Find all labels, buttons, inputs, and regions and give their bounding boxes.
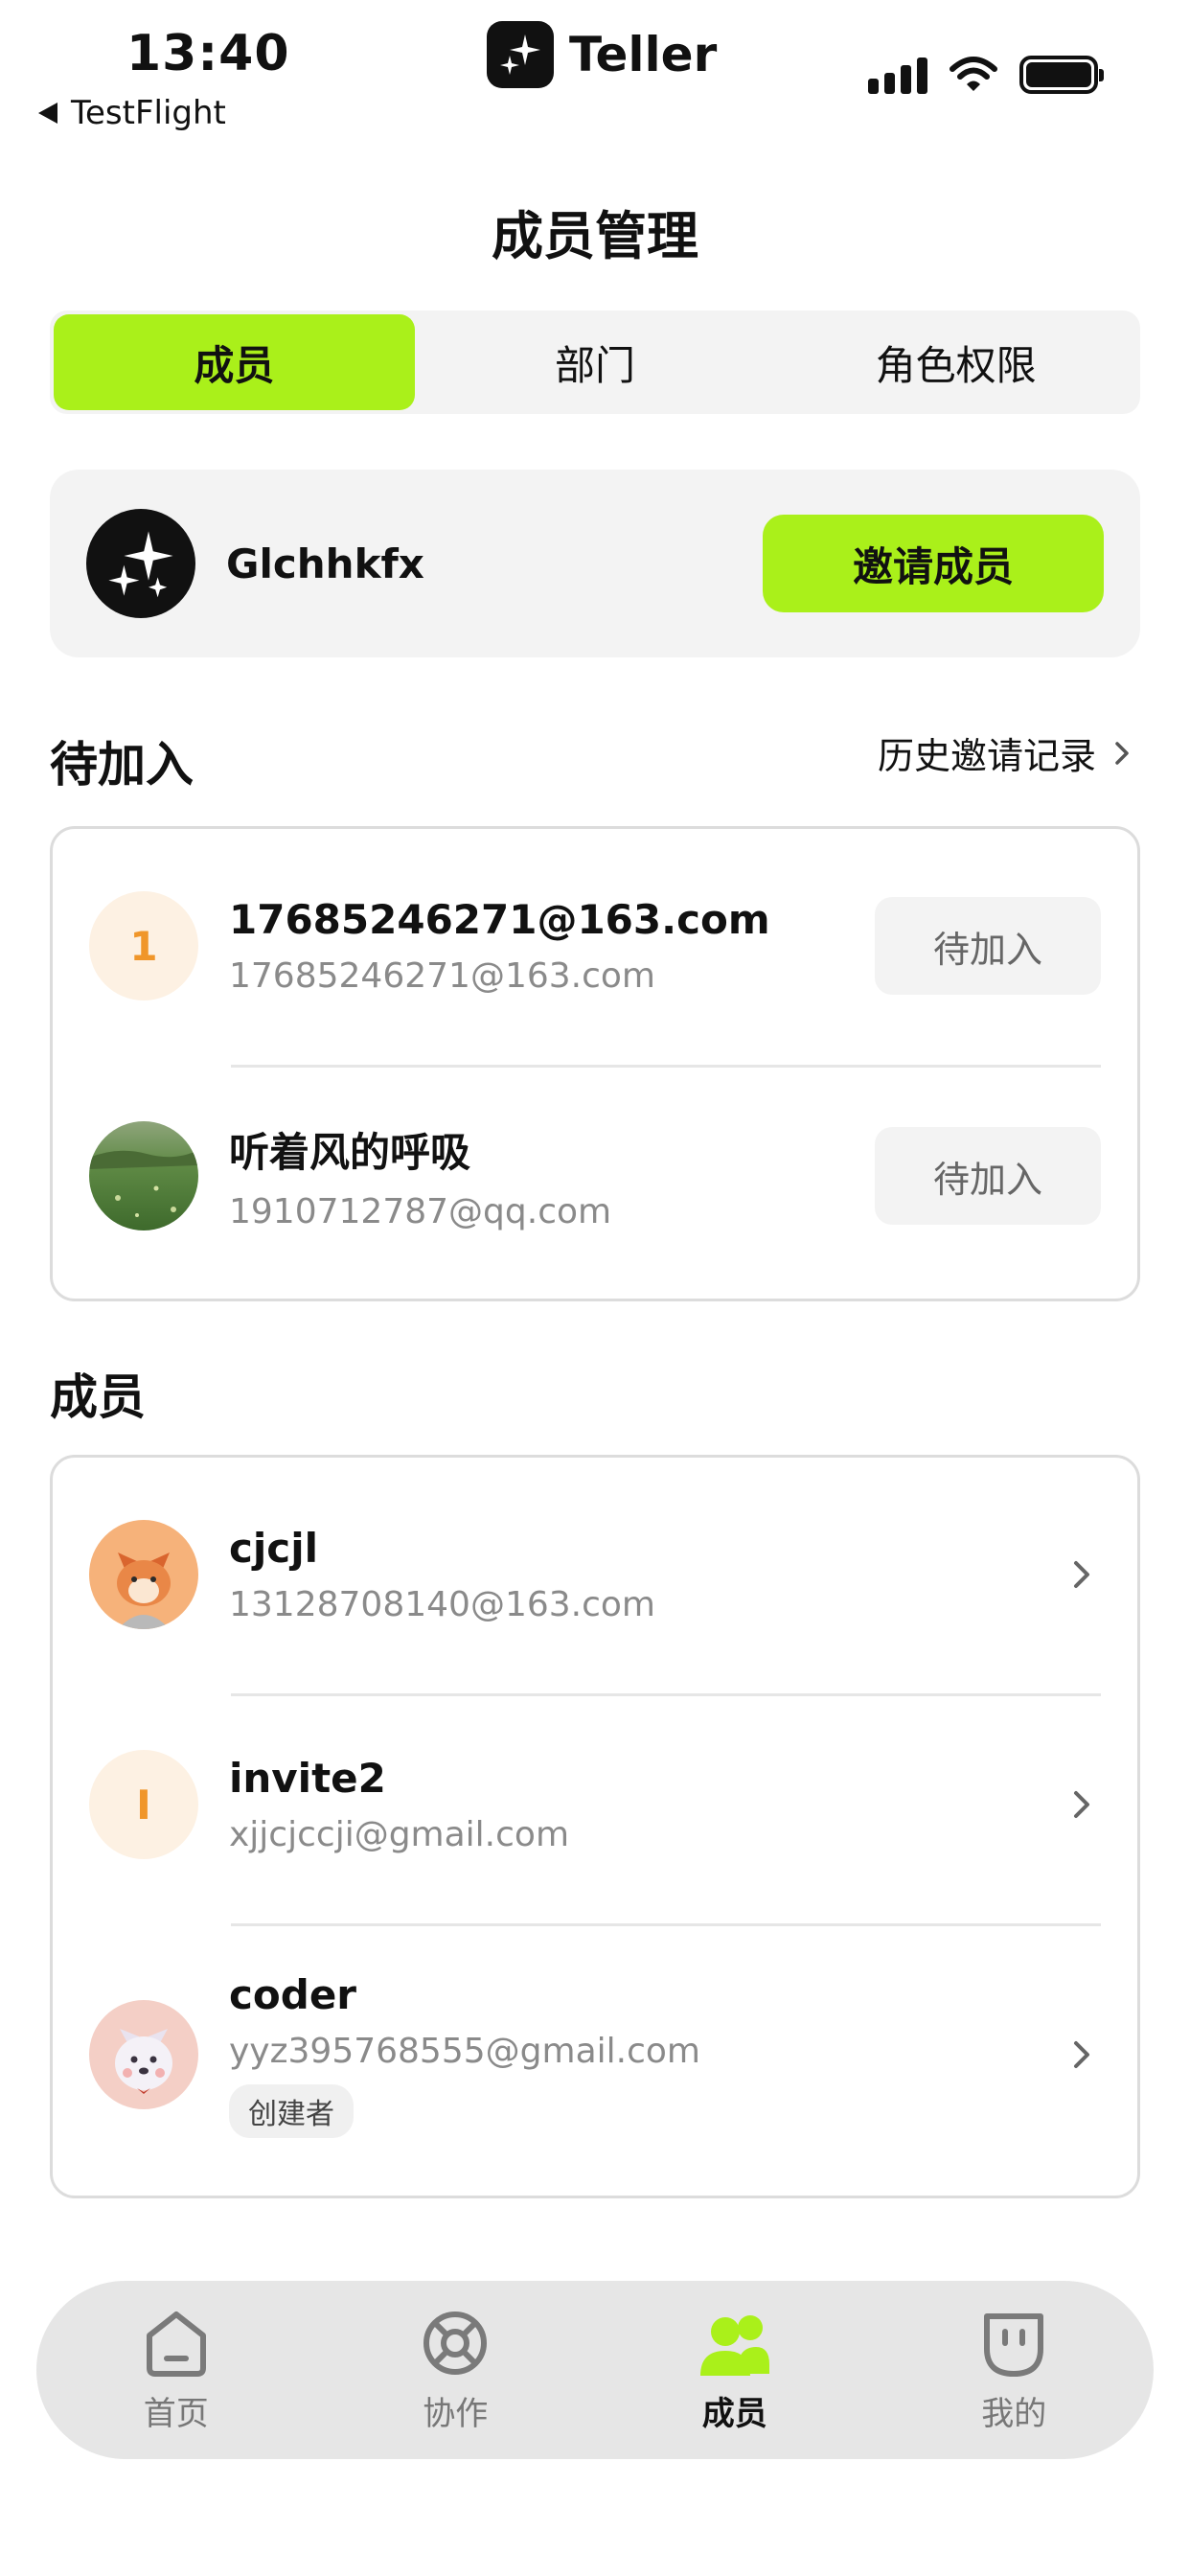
nav-profile[interactable]: 我的 bbox=[875, 2281, 1155, 2459]
pending-status-button[interactable]: 待加入 bbox=[875, 897, 1101, 995]
status-time: 13:40 bbox=[126, 25, 290, 82]
tab-members[interactable]: 成员 bbox=[54, 314, 415, 410]
members-section-title: 成员 bbox=[50, 1369, 146, 1425]
avatar bbox=[89, 1121, 198, 1230]
nav-members[interactable]: 成员 bbox=[595, 2281, 875, 2459]
avatar: I bbox=[89, 1750, 198, 1859]
organization-name: Glchhkfx bbox=[226, 540, 424, 587]
avatar: 1 bbox=[89, 891, 198, 1000]
pending-email: 1910712787@qq.com bbox=[229, 1192, 612, 1231]
tab-departments[interactable]: 部门 bbox=[415, 314, 776, 410]
nav-collab[interactable]: 协作 bbox=[316, 2281, 596, 2459]
nav-home-label: 首页 bbox=[143, 2394, 209, 2433]
nav-collab-label: 协作 bbox=[423, 2394, 489, 2433]
member-email: 13128708140@163.com bbox=[229, 1585, 655, 1624]
invite-history-label: 历史邀请记录 bbox=[877, 735, 1096, 777]
battery-icon bbox=[1019, 56, 1104, 94]
chevron-right-icon bbox=[1074, 2041, 1089, 2068]
pending-section-title: 待加入 bbox=[50, 737, 194, 793]
pending-email: 17685246271@163.com bbox=[229, 956, 655, 996]
avatar bbox=[89, 1520, 198, 1629]
teller-logo-icon bbox=[487, 21, 554, 88]
nav-home[interactable]: 首页 bbox=[36, 2281, 316, 2459]
back-app-label: TestFlight bbox=[71, 94, 226, 132]
profile-icon bbox=[984, 2312, 1044, 2377]
member-name: cjcjl bbox=[229, 1525, 318, 1572]
invite-member-button[interactable]: 邀请成员 bbox=[763, 515, 1104, 612]
list-item[interactable]: I invite2 xjjcjccji@gmail.com bbox=[53, 1736, 1137, 1874]
wifi-icon bbox=[950, 57, 997, 91]
pending-list: 1 17685246271@163.com 17685246271@163.co… bbox=[50, 826, 1140, 1301]
divider bbox=[231, 1065, 1101, 1068]
organization-card: Glchhkfx 邀请成员 bbox=[50, 470, 1140, 657]
members-list: cjcjl 13128708140@163.com I invite2 xjjc… bbox=[50, 1455, 1140, 2198]
page-title: 成员管理 bbox=[492, 206, 698, 266]
app-brand: Teller bbox=[487, 21, 717, 88]
chevron-right-icon bbox=[1115, 741, 1129, 765]
chevron-right-icon bbox=[1074, 1791, 1089, 1818]
invite-history-link[interactable]: 历史邀请记录 bbox=[878, 726, 1133, 779]
list-item[interactable]: 1 17685246271@163.com 17685246271@163.co… bbox=[53, 877, 1137, 1015]
pending-name: 听着风的呼吸 bbox=[229, 1129, 471, 1176]
chevron-right-icon bbox=[1074, 1561, 1089, 1588]
back-to-testflight[interactable]: TestFlight bbox=[38, 94, 226, 132]
avatar bbox=[89, 2000, 198, 2109]
member-email: yyz395768555@gmail.com bbox=[229, 2032, 700, 2071]
collab-icon bbox=[423, 2311, 488, 2375]
organization-avatar bbox=[86, 509, 195, 618]
member-email: xjjcjccji@gmail.com bbox=[229, 1815, 570, 1854]
status-icons bbox=[868, 56, 1104, 94]
tab-roles-permissions[interactable]: 角色权限 bbox=[775, 314, 1136, 410]
pending-status-button[interactable]: 待加入 bbox=[875, 1127, 1101, 1225]
member-name: coder bbox=[229, 1971, 357, 2018]
nav-profile-label: 我的 bbox=[981, 2394, 1047, 2433]
home-icon bbox=[146, 2311, 206, 2377]
nav-members-label: 成员 bbox=[701, 2394, 767, 2433]
status-bar: 13:40 TestFlight Teller bbox=[0, 0, 1190, 144]
back-triangle-icon bbox=[38, 103, 57, 124]
members-icon bbox=[699, 2314, 769, 2376]
list-item[interactable]: 听着风的呼吸 1910712787@qq.com 待加入 bbox=[53, 1107, 1137, 1245]
app-name: Teller bbox=[569, 27, 718, 82]
tab-bar: 成员 部门 角色权限 bbox=[50, 310, 1140, 414]
pending-name: 17685246271@163.com bbox=[229, 896, 770, 943]
divider bbox=[231, 1693, 1101, 1696]
list-item[interactable]: coder yyz395768555@gmail.com 创建者 bbox=[53, 1952, 1137, 2157]
member-name: invite2 bbox=[229, 1755, 386, 1802]
divider bbox=[231, 1923, 1101, 1926]
bottom-nav: 首页 协作 成员 我的 bbox=[36, 2281, 1154, 2459]
list-item[interactable]: cjcjl 13128708140@163.com bbox=[53, 1506, 1137, 1644]
creator-badge: 创建者 bbox=[229, 2084, 354, 2138]
cellular-signal-icon bbox=[868, 56, 927, 94]
